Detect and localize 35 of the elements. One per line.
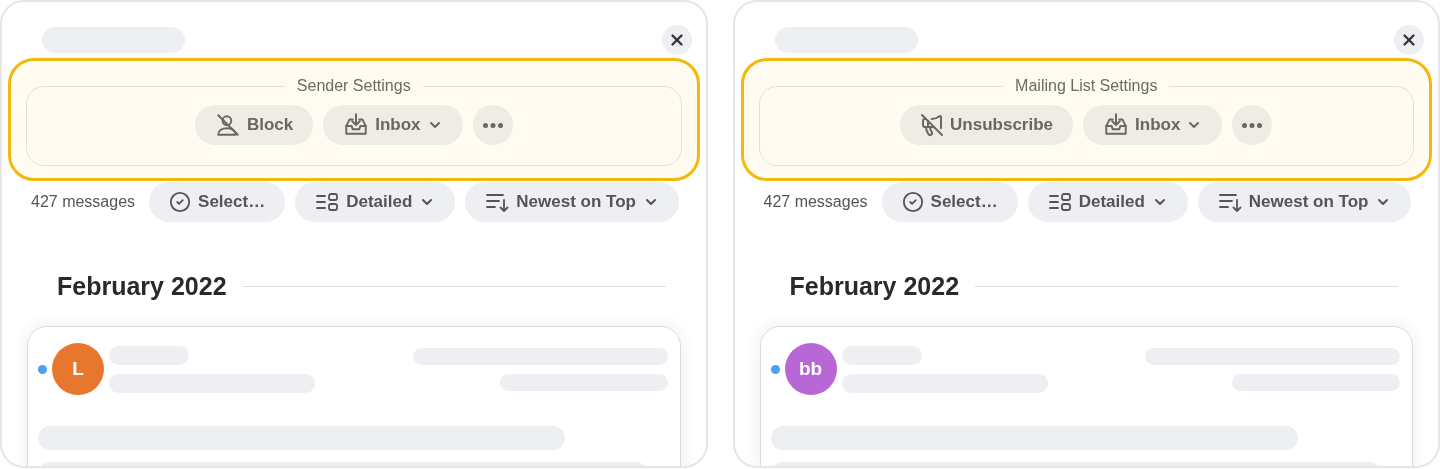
- more-icon: [482, 122, 503, 128]
- sort-descending-icon: [485, 192, 510, 212]
- megaphone-slash-icon: [920, 113, 945, 137]
- check-circle-icon: [169, 191, 192, 213]
- move-dropdown[interactable]: Inbox: [1083, 105, 1223, 145]
- unsubscribe-button[interactable]: Unsubscribe: [900, 105, 1074, 145]
- tray-download-icon: [343, 112, 370, 138]
- select-button[interactable]: Select…: [149, 182, 286, 222]
- list-view-icon: [315, 192, 340, 212]
- view-dropdown[interactable]: Detailed: [295, 182, 456, 222]
- sort-dropdown[interactable]: Newest on Top: [1197, 182, 1412, 222]
- avatar: bb: [784, 343, 837, 395]
- settings-title: Sender Settings: [295, 77, 412, 95]
- select-button[interactable]: Select…: [881, 182, 1018, 222]
- close-button[interactable]: [661, 25, 692, 55]
- check-circle-icon: [901, 191, 924, 213]
- message-count: 427 messages: [763, 193, 868, 211]
- move-dropdown[interactable]: Inbox: [323, 105, 463, 145]
- avatar: L: [52, 343, 104, 395]
- tray-download-icon: [1103, 112, 1130, 138]
- more-icon: [1242, 122, 1263, 128]
- person-slash-icon: [214, 112, 241, 138]
- close-icon: [1400, 31, 1418, 49]
- settings-title: Mailing List Settings: [1014, 77, 1159, 95]
- list-view-icon: [1047, 192, 1072, 212]
- block-button[interactable]: Block: [194, 105, 314, 145]
- message-count: 427 messages: [31, 193, 136, 211]
- more-button[interactable]: [1232, 105, 1273, 145]
- sort-descending-icon: [1217, 192, 1242, 212]
- view-dropdown[interactable]: Detailed: [1027, 182, 1188, 222]
- month-heading: February 2022: [57, 272, 227, 301]
- close-button[interactable]: [1394, 25, 1424, 55]
- sort-dropdown[interactable]: Newest on Top: [465, 182, 679, 222]
- month-heading: February 2022: [789, 272, 960, 301]
- more-button[interactable]: [472, 105, 513, 145]
